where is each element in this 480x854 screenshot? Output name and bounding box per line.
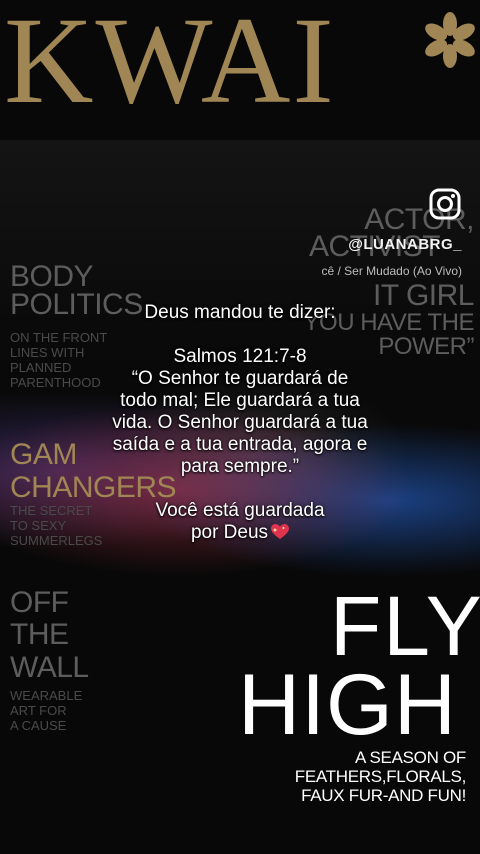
message-reference: Salmos 121:7-8: [173, 346, 307, 367]
cover-body-line-1: BODY: [10, 260, 94, 293]
cover-off: OFF: [10, 586, 69, 619]
cover-fly: FLY: [330, 579, 480, 673]
verse-line-2: todo mal; Ele guardará a tua: [120, 390, 360, 411]
song-caption: cê / Ser Mudado (Ao Vivo): [321, 264, 462, 278]
cover-high: HIGH: [238, 657, 457, 753]
closing-line-2-wrap: por Deus: [60, 522, 420, 544]
verse-line-5: para sempre.”: [180, 456, 300, 477]
instagram-icon[interactable]: [428, 187, 462, 221]
cover-wearable-3: A CAUSE: [10, 718, 67, 733]
season-line-1: A SEASON OF: [354, 748, 466, 767]
devotional-message: Deus mandou te dizer: Salmos 121:7-8 “O …: [60, 302, 420, 544]
cover-wearable-2: ART FOR: [10, 703, 67, 718]
cover-season-tagline: A SEASON OF FEATHERS,FLORALS, FAUX FUR-A…: [206, 748, 467, 805]
verse-line-1: “O Senhor te guardará de: [131, 368, 349, 389]
cover-wall: WALL: [10, 651, 89, 684]
asterisk-icon: [425, 12, 475, 68]
cover-the: THE: [10, 618, 69, 651]
cover-changers-sub-2: TO SEXY: [10, 518, 67, 533]
verse-line-3: vida. O Senhor guardará a tua: [112, 412, 368, 433]
masthead-title: KWAI: [4, 0, 336, 129]
verse-line-4: saída e a tua entrada, agora e: [112, 434, 368, 455]
username-handle[interactable]: @LUANABRG_: [348, 236, 462, 253]
closing-line-2: por Deus: [190, 522, 269, 543]
closing-line-1: Você está guardada: [155, 500, 325, 521]
season-line-3: FAUX FUR-AND FUN!: [301, 786, 466, 805]
sparkling-heart-icon: [271, 524, 290, 539]
message-intro: Deus mandou te dizer:: [144, 302, 336, 323]
season-line-2: FEATHERS,FLORALS,: [294, 767, 467, 786]
cover-wearable-1: WEARABLE: [10, 688, 83, 703]
